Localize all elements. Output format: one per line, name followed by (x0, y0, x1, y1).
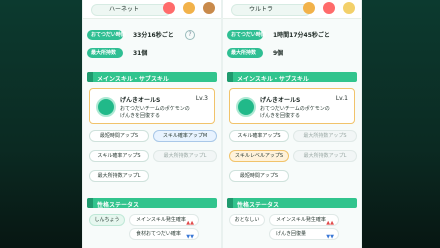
left-main-skill-title: メインスキル・サブスキル (97, 76, 169, 83)
corn-icon (343, 2, 355, 14)
left-main-skill-header: メインスキル・サブスキル (87, 72, 217, 83)
up-arrow-icon: ▲▲ (326, 220, 334, 226)
left-personality-row: しんちょう メインスキル発生確率 ▲▲ (89, 214, 215, 226)
right-personality-chip[interactable]: おとなしい (229, 214, 265, 226)
honey-icon (303, 2, 315, 14)
left-row-capacity: 最大所持数 31個 (87, 46, 217, 60)
right-subskill-2[interactable]: 最大所持数アップS (293, 130, 357, 142)
left-panel-inner: ハーネット おてつだい時間 33分16秒ごと ? 最大所持数 31個 メインスキ… (83, 0, 221, 248)
right-subskill-1[interactable]: スキル確率アップS (229, 130, 289, 142)
right-personality-header: 性格ステータス (227, 198, 357, 209)
right-main-skill-header: メインスキル・サブスキル (227, 72, 357, 83)
left-capacity-label: 最大所持数 (91, 50, 117, 56)
left-help-time-pill: おてつだい時間 (87, 30, 126, 40)
left-top-icons (163, 2, 215, 14)
right-skill-card[interactable]: げんきオールS Lv.1 おてつだいチームのポケモンの げんきを回復する (229, 88, 355, 124)
left-subskill-3[interactable]: スキル確率アップS (89, 150, 149, 162)
left-capacity-pill: 最大所持数 (87, 48, 123, 58)
left-personality-line2: 食材おてつだい確率 (136, 231, 181, 237)
right-help-time-pill: おてつだい時間 (227, 30, 266, 40)
right-personality-line1: メインスキル発生確率 (276, 217, 326, 223)
left-personality-chip[interactable]: しんちょう (89, 214, 125, 226)
left-personality-title: 性格ステータス (97, 202, 140, 209)
right-personality-row-2: げんき回復量 ▼▼ (229, 228, 355, 240)
screenshot-stage: ハーネット おてつだい時間 33分16秒ごと ? 最大所持数 31個 メインスキ… (0, 0, 440, 248)
apple-icon (323, 2, 335, 14)
left-subskill-1[interactable]: 最短時間アップS (89, 130, 149, 142)
right-skill-desc-2: げんきを回復する (260, 113, 301, 119)
right-subskill-3[interactable]: スキルレベルアップS (229, 150, 289, 162)
left-subskill-4[interactable]: 最大所持数アップL (153, 150, 217, 162)
right-personality-title: 性格ステータス (237, 202, 280, 209)
left-help-time-label: おてつだい時間 (91, 32, 126, 38)
right-personality-line2: げんき回復量 (276, 231, 307, 237)
right-personality-effects: メインスキル発生確率 ▲▲ (269, 214, 339, 226)
right-top-bar: ウルトラ (223, 0, 361, 19)
left-personality-header: 性格ステータス (87, 198, 217, 209)
right-skill-desc-1: おてつだいチームのポケモンの (260, 106, 330, 112)
background-left (0, 0, 82, 248)
right-top-icons (303, 2, 355, 14)
left-row-help-time: おてつだい時間 33分16秒ごと ? (87, 28, 217, 42)
right-capacity-label: 最大所持数 (231, 50, 257, 56)
right-top-name: ウルトラ (249, 6, 274, 13)
right-help-time-label: おてつだい時間 (231, 32, 266, 38)
right-skill-level: Lv.1 (335, 95, 348, 102)
right-subskill-4[interactable]: 最大所持数アップL (293, 150, 357, 162)
right-row-capacity: 最大所持数 9個 (227, 46, 357, 60)
right-skill-title: げんきオールS (260, 97, 301, 104)
right-main-skill-title: メインスキル・サブスキル (237, 76, 309, 83)
skill-icon (96, 97, 116, 117)
right-panel-inner: ウルトラ おてつだい時間 1時間17分45秒ごと 最大所持数 9個 メインスキル… (223, 0, 361, 248)
background-right (358, 0, 440, 248)
left-skill-desc-1: おてつだいチームのポケモンの (120, 106, 190, 112)
left-top-name: ハーネット (109, 6, 140, 13)
left-personality-line1: メインスキル発生確率 (136, 217, 186, 223)
left-skill-card[interactable]: げんきオールS Lv.3 おてつだいチームのポケモンの げんきを回復する (89, 88, 215, 124)
right-subskill-5[interactable]: 最短時間アップS (229, 170, 289, 182)
left-skill-title: げんきオールS (120, 97, 161, 104)
help-question-icon[interactable]: ? (185, 30, 195, 40)
left-help-time-value: 33分16秒ごと (133, 32, 174, 39)
down-arrow-icon: ▼▼ (326, 234, 334, 240)
right-help-time-value: 1時間17分45秒ごと (273, 32, 330, 39)
left-top-bar: ハーネット (83, 0, 221, 19)
left-skill-desc-2: げんきを回復する (120, 113, 161, 119)
right-personality-row: おとなしい メインスキル発生確率 ▲▲ (229, 214, 355, 226)
right-capacity-value: 9個 (273, 50, 284, 57)
honey-icon (183, 2, 195, 14)
right-pokemon-detail-panel: ウルトラ おてつだい時間 1時間17分45秒ごと 最大所持数 9個 メインスキル… (222, 0, 362, 248)
left-capacity-value: 31個 (133, 50, 148, 57)
left-personality-row-2: 食材おてつだい確率 ▼▼ (89, 228, 215, 240)
skill-icon (236, 97, 256, 117)
apple-icon (163, 2, 175, 14)
right-row-help-time: おてつだい時間 1時間17分45秒ごと (227, 28, 357, 42)
left-pokemon-detail-panel: ハーネット おてつだい時間 33分16秒ごと ? 最大所持数 31個 メインスキ… (82, 0, 222, 248)
left-personality-effects: メインスキル発生確率 ▲▲ (129, 214, 199, 226)
nut-icon (203, 2, 215, 14)
right-personality-effects-2: げんき回復量 ▼▼ (269, 228, 339, 240)
left-subskill-2[interactable]: スキル確率アップM (153, 130, 217, 142)
down-arrow-icon: ▼▼ (186, 234, 194, 240)
right-capacity-pill: 最大所持数 (227, 48, 263, 58)
left-subskill-5[interactable]: 最大所持数アップL (89, 170, 149, 182)
up-arrow-icon: ▲▲ (186, 220, 194, 226)
left-personality-effects-2: 食材おてつだい確率 ▼▼ (129, 228, 199, 240)
left-skill-level: Lv.3 (195, 95, 208, 102)
